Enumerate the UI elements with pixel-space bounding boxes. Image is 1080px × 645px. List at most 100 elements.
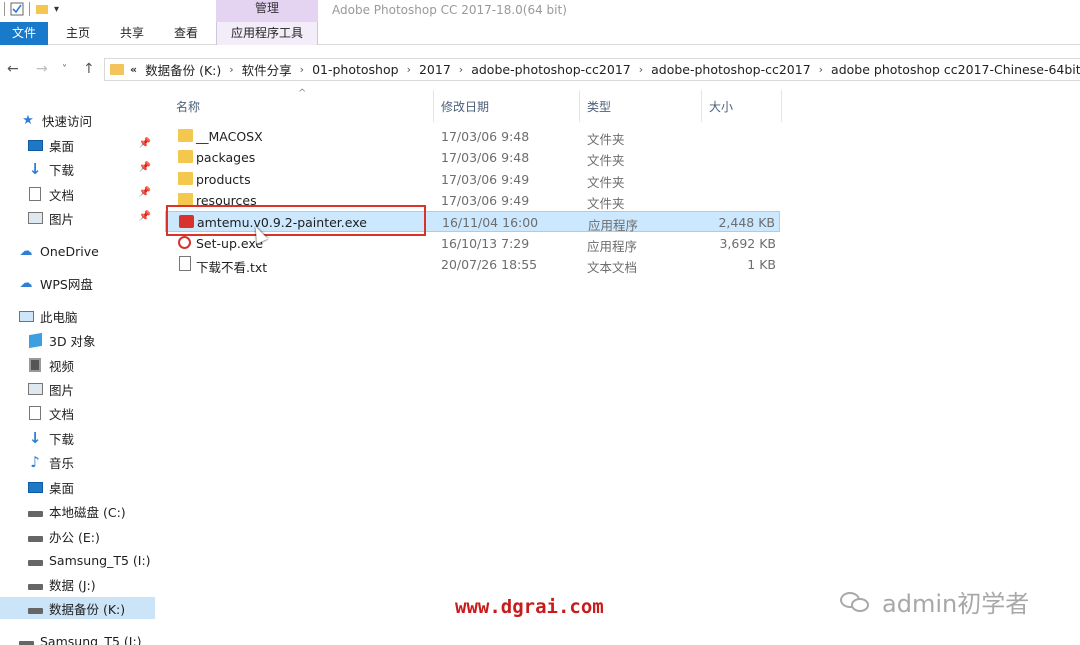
file-date: 20/07/26 18:55 — [441, 257, 538, 272]
properties-icon[interactable] — [10, 2, 24, 16]
sidebar-item-samsung-t5[interactable]: Samsung_T5 (I:) — [18, 630, 173, 645]
drive-icon — [27, 553, 43, 567]
title-bar: ▾ 管理 Adobe Photoshop CC 2017-18.0(64 bit… — [0, 0, 1080, 22]
breadcrumb-item[interactable]: 数据备份 (K:) — [145, 60, 221, 79]
recent-locations-chevron-icon[interactable]: ˅ — [62, 64, 67, 75]
sidebar-item-desktop[interactable]: 桌面 📌 — [27, 134, 155, 156]
file-name: 下载不看.txt — [196, 260, 268, 275]
list-item[interactable]: packages 17/03/06 9:48 文件夹 — [165, 147, 780, 168]
file-date: 17/03/06 9:48 — [441, 150, 530, 165]
tab-home[interactable]: 主页 — [57, 22, 99, 45]
sidebar-item-drive-e[interactable]: 办公 (E:) — [27, 525, 182, 547]
drive-icon — [18, 634, 34, 645]
breadcrumb-item[interactable]: adobe-photoshop-cc2017 — [651, 62, 811, 77]
sidebar-item-documents[interactable]: 文档 📌 — [27, 183, 155, 205]
cloud-icon: ☁ — [19, 275, 33, 291]
column-header-name[interactable]: 名称 — [176, 98, 200, 115]
account-name: admin初学者 — [882, 590, 1030, 618]
sidebar-item-documents[interactable]: 文档 — [27, 402, 182, 424]
sidebar-item-downloads[interactable]: ↓ 下载 — [27, 427, 182, 449]
sidebar-item-pictures[interactable]: 图片 📌 — [27, 207, 155, 229]
file-date: 16/11/04 16:00 — [442, 215, 539, 230]
breadcrumb-overflow[interactable]: « — [130, 63, 137, 76]
pin-icon[interactable]: 📌 — [139, 211, 151, 222]
file-name: __MACOSX — [196, 129, 263, 144]
up-arrow-icon[interactable]: ↑ — [83, 61, 95, 77]
sidebar-item-wps-drive[interactable]: ☁ WPS网盘 — [18, 272, 173, 294]
list-item[interactable]: products 17/03/06 9:49 文件夹 — [165, 169, 780, 190]
tab-view[interactable]: 查看 — [165, 22, 207, 45]
new-folder-icon[interactable] — [35, 2, 49, 16]
file-name: products — [196, 172, 251, 187]
breadcrumb-item[interactable]: 软件分享 — [242, 60, 292, 79]
breadcrumb-item[interactable]: adobe-photoshop-cc2017 — [471, 62, 631, 77]
sidebar-item-videos[interactable]: 视频 — [27, 354, 182, 376]
sidebar-item-drive-k[interactable]: 数据备份 (K:) — [0, 597, 155, 619]
column-header-size[interactable]: 大小 — [709, 98, 733, 115]
sidebar-item-label: 快速访问 — [42, 113, 93, 129]
computer-icon — [18, 309, 34, 323]
file-name: Set-up.exe — [196, 236, 264, 251]
file-type: 文件夹 — [587, 175, 625, 190]
chevron-right-icon[interactable]: › — [300, 63, 304, 76]
column-divider[interactable] — [579, 90, 580, 122]
pin-icon[interactable]: 📌 — [139, 138, 151, 149]
list-item[interactable]: __MACOSX 17/03/06 9:48 文件夹 — [165, 126, 780, 147]
chevron-right-icon[interactable]: › — [819, 63, 823, 76]
list-item[interactable]: 下载不看.txt 20/07/26 18:55 文本文档 1 KB — [165, 254, 780, 275]
drive-icon — [27, 577, 43, 591]
forward-arrow-icon[interactable]: → — [36, 61, 48, 77]
breadcrumb-item[interactable]: 2017 — [419, 62, 451, 77]
sidebar-item-pictures[interactable]: 图片 — [27, 378, 182, 400]
sidebar-item-label: 此电脑 — [40, 309, 78, 325]
file-date: 17/03/06 9:49 — [441, 193, 530, 208]
quick-access-toolbar: ▾ — [4, 2, 59, 16]
column-header-date[interactable]: 修改日期 — [441, 98, 489, 115]
annotation-highlight-box — [166, 205, 426, 236]
column-header-type[interactable]: 类型 — [587, 98, 611, 115]
sidebar-item-drive-j[interactable]: 数据 (J:) — [27, 573, 182, 595]
sidebar-item-label: 文档 — [49, 187, 75, 203]
pin-icon[interactable]: 📌 — [139, 187, 151, 198]
sidebar-item-3d-objects[interactable]: 3D 对象 — [27, 329, 182, 351]
sidebar-item-drive-i[interactable]: Samsung_T5 (I:) — [27, 549, 182, 571]
sidebar-item-desktop[interactable]: 桌面 — [27, 476, 182, 498]
sidebar-item-drive-c[interactable]: 本地磁盘 (C:) — [27, 500, 182, 522]
chevron-right-icon[interactable]: › — [459, 63, 463, 76]
star-icon: ★ — [22, 112, 34, 128]
column-divider[interactable] — [781, 90, 782, 122]
sidebar-item-onedrive[interactable]: ☁ OneDrive — [18, 240, 173, 262]
column-divider[interactable] — [701, 90, 702, 122]
sidebar-item-this-pc[interactable]: 此电脑 — [18, 305, 173, 327]
pin-icon[interactable]: 📌 — [139, 162, 151, 173]
tab-file[interactable]: 文件 — [0, 22, 48, 45]
sidebar-item-label: WPS网盘 — [40, 276, 93, 292]
column-divider[interactable] — [433, 90, 434, 122]
file-type: 文件夹 — [587, 153, 625, 168]
customize-toolbar-chevron-icon[interactable]: ▾ — [54, 4, 59, 15]
cloud-icon: ☁ — [19, 243, 33, 259]
tab-application-tools[interactable]: 应用程序工具 — [216, 22, 318, 45]
sidebar-item-quick-access[interactable]: ★ 快速访问 — [20, 109, 175, 131]
back-arrow-icon[interactable]: ← — [7, 61, 19, 77]
sidebar-item-music[interactable]: ♪ 音乐 — [27, 451, 182, 473]
file-size: 1 KB — [747, 257, 776, 272]
address-bar[interactable]: « 数据备份 (K:) › 软件分享 › 01-photoshop › 2017… — [104, 58, 1080, 81]
breadcrumb-item[interactable]: adobe photoshop cc2017-Chinese-64bit — [831, 62, 1080, 77]
navigation-bar: ← → ˅ ↑ « 数据备份 (K:) › 软件分享 › 01-photosho… — [0, 52, 1080, 86]
file-type: 文本文档 — [587, 260, 638, 275]
sidebar-item-downloads[interactable]: ↓ 下载 📌 — [27, 158, 155, 180]
file-type: 文件夹 — [587, 132, 625, 147]
tab-share[interactable]: 共享 — [111, 22, 153, 45]
sidebar-item-label: 下载 — [49, 162, 75, 178]
chevron-right-icon[interactable]: › — [407, 63, 411, 76]
chevron-right-icon[interactable]: › — [229, 63, 233, 76]
file-date: 17/03/06 9:49 — [441, 172, 530, 187]
account-watermark: admin初学者 — [840, 584, 1029, 619]
drive-icon — [27, 529, 43, 543]
chevron-right-icon[interactable]: › — [639, 63, 643, 76]
file-type: 应用程序 — [587, 239, 638, 254]
sidebar-item-label: 本地磁盘 (C:) — [49, 504, 126, 520]
sidebar-item-label: 下载 — [49, 431, 75, 447]
breadcrumb-item[interactable]: 01-photoshop — [312, 62, 399, 77]
